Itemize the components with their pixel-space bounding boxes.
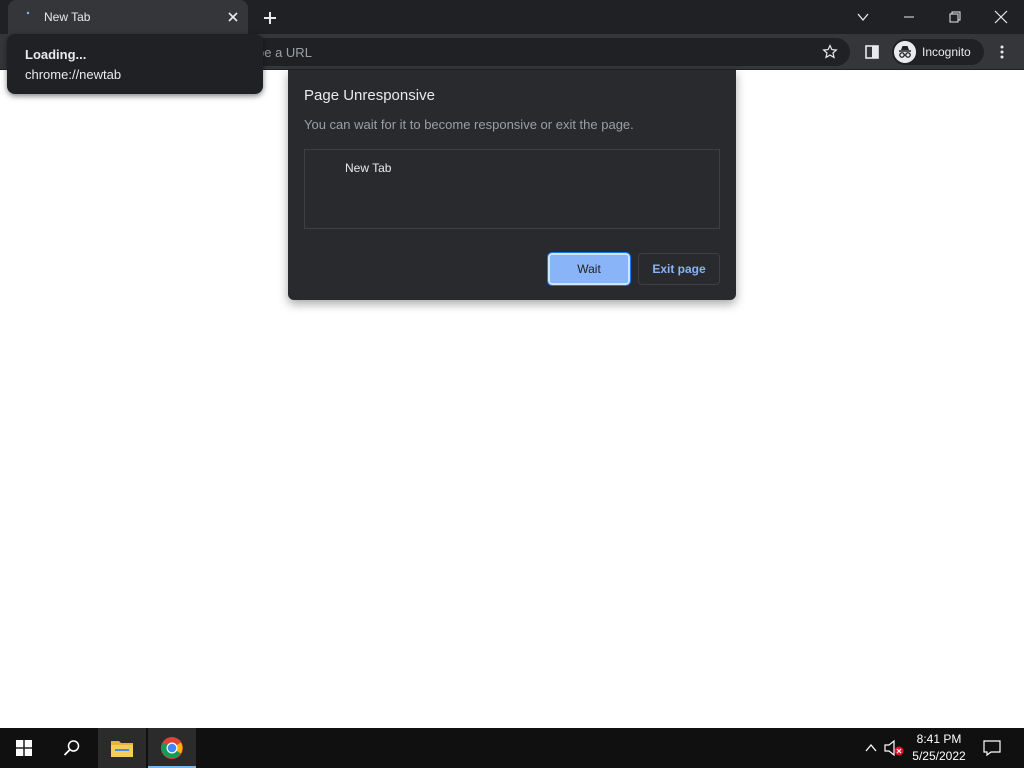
tab-search-button[interactable] bbox=[840, 0, 886, 34]
chevron-down-icon bbox=[857, 13, 869, 22]
incognito-icon bbox=[894, 41, 916, 63]
file-explorer-icon bbox=[111, 741, 133, 757]
minimize-icon bbox=[904, 16, 914, 18]
loading-spinner-icon bbox=[26, 11, 30, 15]
start-button[interactable] bbox=[0, 728, 48, 768]
restore-button[interactable] bbox=[932, 0, 978, 34]
tab-strip: New Tab bbox=[0, 0, 1024, 34]
search-button[interactable] bbox=[48, 728, 96, 768]
taskbar: 8:41 PM 5/25/2022 bbox=[0, 728, 1024, 768]
unresponsive-pages-list: New Tab bbox=[304, 149, 720, 229]
page-unresponsive-dialog: Page Unresponsive You can wait for it to… bbox=[288, 70, 736, 300]
more-menu-icon[interactable] bbox=[996, 44, 1008, 60]
tab-title: New Tab bbox=[44, 10, 91, 24]
chrome-icon bbox=[161, 737, 183, 759]
hover-card-url: chrome://newtab bbox=[25, 67, 122, 82]
notification-icon bbox=[983, 740, 1001, 757]
system-clock[interactable]: 8:41 PM 5/25/2022 bbox=[904, 731, 974, 765]
address-bar-placeholder: pe a URL bbox=[257, 45, 312, 60]
list-item: New Tab bbox=[345, 161, 392, 175]
close-window-button[interactable] bbox=[978, 0, 1024, 34]
clock-time: 8:41 PM bbox=[916, 732, 962, 746]
chevron-up-icon bbox=[865, 743, 877, 752]
tab-hover-card: Loading... chrome://newtab bbox=[7, 34, 263, 94]
restore-icon bbox=[949, 11, 961, 23]
incognito-label: Incognito bbox=[922, 45, 971, 59]
close-tab-icon[interactable] bbox=[225, 9, 241, 25]
wait-button[interactable]: Wait bbox=[547, 252, 631, 286]
taskbar-chrome[interactable] bbox=[148, 728, 196, 768]
new-tab-plus-icon[interactable] bbox=[258, 6, 282, 30]
side-panel-icon[interactable] bbox=[864, 44, 880, 60]
dialog-description: You can wait for it to become responsive… bbox=[304, 117, 634, 132]
action-center-button[interactable] bbox=[976, 728, 1008, 768]
incognito-profile-button[interactable]: Incognito bbox=[892, 39, 984, 65]
hover-card-title: Loading... bbox=[25, 47, 87, 62]
windows-logo-icon bbox=[16, 740, 32, 756]
dialog-title: Page Unresponsive bbox=[304, 87, 435, 104]
volume-muted-icon bbox=[884, 739, 904, 757]
search-icon bbox=[63, 740, 80, 756]
clock-date: 5/25/2022 bbox=[912, 749, 966, 763]
show-hidden-icons-button[interactable] bbox=[860, 728, 882, 768]
exit-page-button[interactable]: Exit page bbox=[638, 253, 720, 285]
minimize-button[interactable] bbox=[886, 0, 932, 34]
tab-new-tab[interactable]: New Tab bbox=[8, 0, 248, 34]
screen: New Tab pe a URL Incognito Loading... ch… bbox=[0, 0, 1024, 768]
volume-button[interactable] bbox=[882, 728, 906, 768]
close-icon bbox=[994, 10, 1008, 24]
taskbar-file-explorer[interactable] bbox=[98, 728, 146, 768]
bookmark-star-icon[interactable] bbox=[822, 44, 838, 60]
